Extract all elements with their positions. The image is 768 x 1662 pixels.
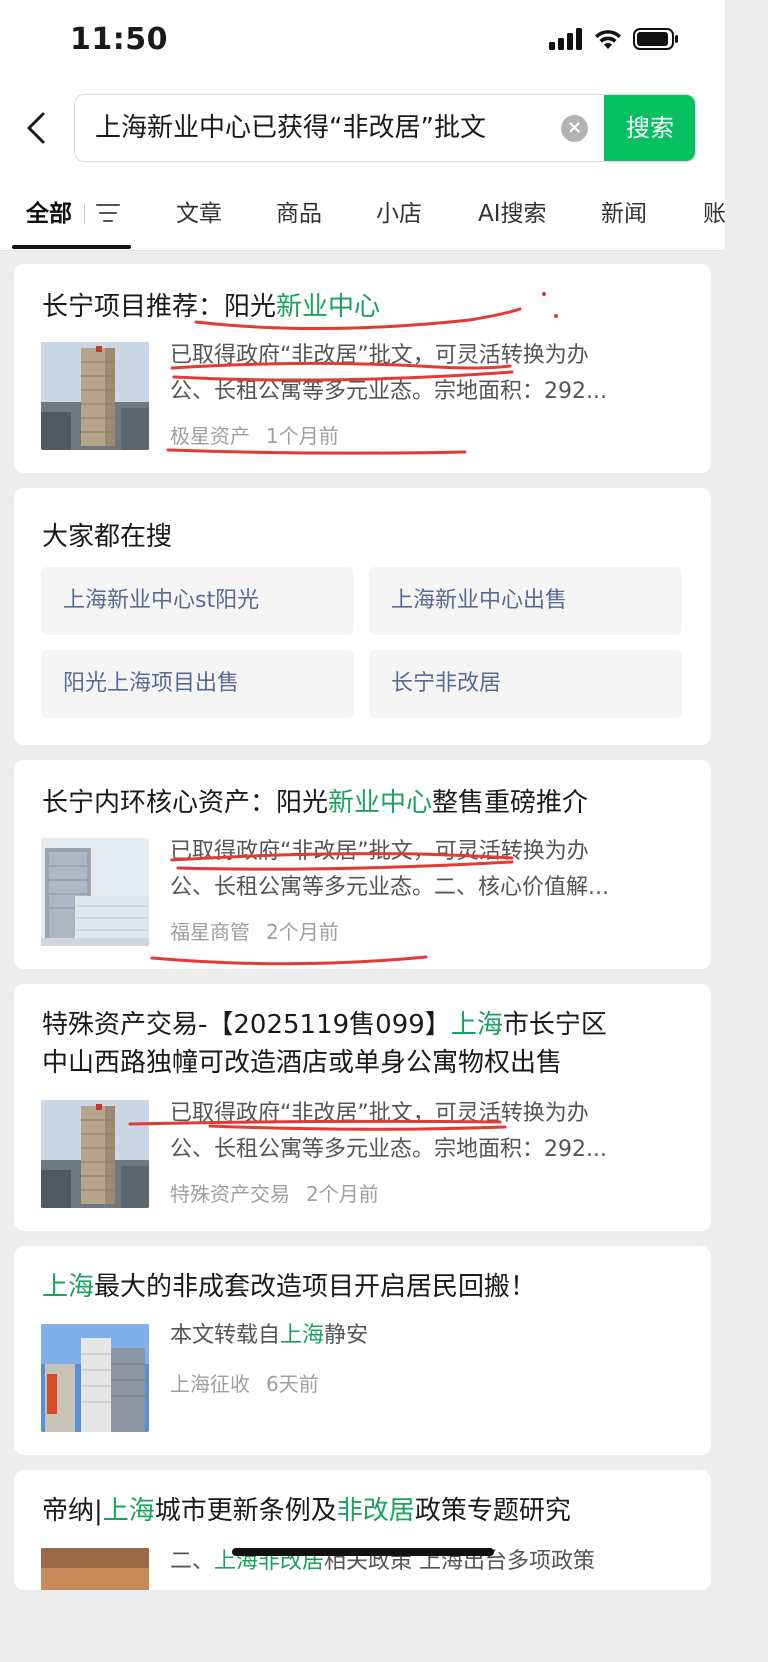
hot-search-chip[interactable]: 上海新业中心st阳光 (41, 567, 354, 635)
result-source: 极星资产 (170, 424, 250, 448)
search-bar: 上海新业中心已获得“非改居”批文 × 搜索 (0, 80, 725, 180)
result-thumbnail (41, 838, 149, 946)
back-arrow-icon[interactable] (22, 108, 52, 148)
result-title[interactable]: 特殊资产交易-【2025119售099】上海市长宁区 (42, 1006, 607, 1044)
result-snippet: 已取得政府“非改居”批文，可灵活转换为办 公、长租公寓等多元业态。宗地面积：29… (170, 1101, 607, 1162)
active-tab-indicator (12, 245, 131, 249)
search-result-card[interactable]: 上海最大的非成套改造项目开启居民回搬！ 本文转载自上海静安 上海征收 6天前 (14, 1246, 711, 1455)
search-result-card[interactable]: 长宁内环核心资产：阳光新业中心整售重磅推介 已取得政府“非改居”批文，可灵活转换… (14, 760, 711, 969)
result-time: 6天前 (266, 1372, 319, 1396)
home-indicator (232, 1548, 494, 1556)
search-box: 上海新业中心已获得“非改居”批文 × 搜索 (74, 94, 696, 162)
tab-accounts[interactable]: 账 (703, 194, 726, 228)
result-meta: 福星商管 2个月前 (170, 916, 339, 945)
search-result-card[interactable]: 特殊资产交易-【2025119售099】上海市长宁区 中山西路独幢可改造酒店或单… (14, 984, 711, 1231)
signal-icon (549, 28, 582, 50)
hot-search-chip[interactable]: 长宁非改居 (369, 650, 682, 718)
hot-searches-card: 大家都在搜 上海新业中心st阳光 上海新业中心出售 阳光上海项目出售 长宁非改居 (14, 488, 711, 745)
filter-icon[interactable] (96, 202, 120, 224)
tab-all[interactable]: 全部 (26, 194, 72, 228)
result-meta: 极星资产 1个月前 (170, 420, 339, 449)
result-source: 上海征收 (170, 1372, 250, 1396)
status-time: 11:50 (70, 22, 168, 57)
result-source: 特殊资产交易 (170, 1182, 290, 1206)
tab-news[interactable]: 新闻 (601, 194, 647, 228)
search-result-card[interactable]: 长宁项目推荐：阳光新业中心 已取得政府“非改居”批文，可灵活转换为办 公、长租公… (14, 264, 711, 473)
result-title[interactable]: 帝纳|上海城市更新条例及非改居政策专题研究 (42, 1492, 571, 1530)
category-tabs: 全部 文章 商品 小店 AI搜索 新闻 账 (0, 180, 726, 251)
result-title[interactable]: 长宁内环核心资产：阳光新业中心整售重磅推介 (42, 784, 588, 822)
result-snippet: 已取得政府“非改居”批文，可灵活转换为办 公、长租公寓等多元业态。宗地面积：29… (170, 343, 607, 404)
status-bar: 11:50 (0, 0, 725, 80)
hot-search-chip[interactable]: 上海新业中心出售 (369, 567, 682, 635)
result-title[interactable]: 上海最大的非成套改造项目开启居民回搬！ (42, 1268, 536, 1306)
battery-icon (633, 28, 678, 50)
search-button[interactable]: 搜索 (604, 95, 695, 161)
result-snippet: 本文转载自上海静安 (170, 1323, 369, 1348)
tab-ai-search[interactable]: AI搜索 (478, 194, 547, 228)
search-input[interactable]: 上海新业中心已获得“非改居”批文 (95, 95, 555, 161)
hot-search-chip[interactable]: 阳光上海项目出售 (41, 650, 354, 718)
wifi-icon (595, 30, 621, 49)
tab-articles[interactable]: 文章 (176, 194, 222, 228)
result-thumbnail (41, 342, 149, 450)
hot-searches-title: 大家都在搜 (42, 522, 173, 552)
result-snippet: 已取得政府“非改居”批文，可灵活转换为办 公、长租公寓等多元业态。二、核心价值解… (170, 839, 609, 900)
result-time: 1个月前 (266, 424, 339, 448)
result-time: 2个月前 (266, 920, 339, 944)
result-thumbnail (41, 1548, 149, 1590)
result-meta: 上海征收 6天前 (170, 1368, 319, 1397)
result-title[interactable]: 长宁项目推荐：阳光新业中心 (42, 288, 380, 326)
result-title-line2[interactable]: 中山西路独幢可改造酒店或单身公寓物权出售 (42, 1044, 562, 1082)
search-result-card[interactable]: 帝纳|上海城市更新条例及非改居政策专题研究 二、上海非改居相关政策 上海出台多项… (14, 1470, 711, 1590)
result-time: 2个月前 (306, 1182, 379, 1206)
result-source: 福星商管 (170, 920, 250, 944)
tab-products[interactable]: 商品 (276, 194, 322, 228)
result-thumbnail (41, 1100, 149, 1208)
result-meta: 特殊资产交易 2个月前 (170, 1178, 379, 1207)
tab-shops[interactable]: 小店 (376, 194, 422, 228)
result-thumbnail (41, 1324, 149, 1432)
clear-search-icon[interactable]: × (561, 115, 588, 142)
